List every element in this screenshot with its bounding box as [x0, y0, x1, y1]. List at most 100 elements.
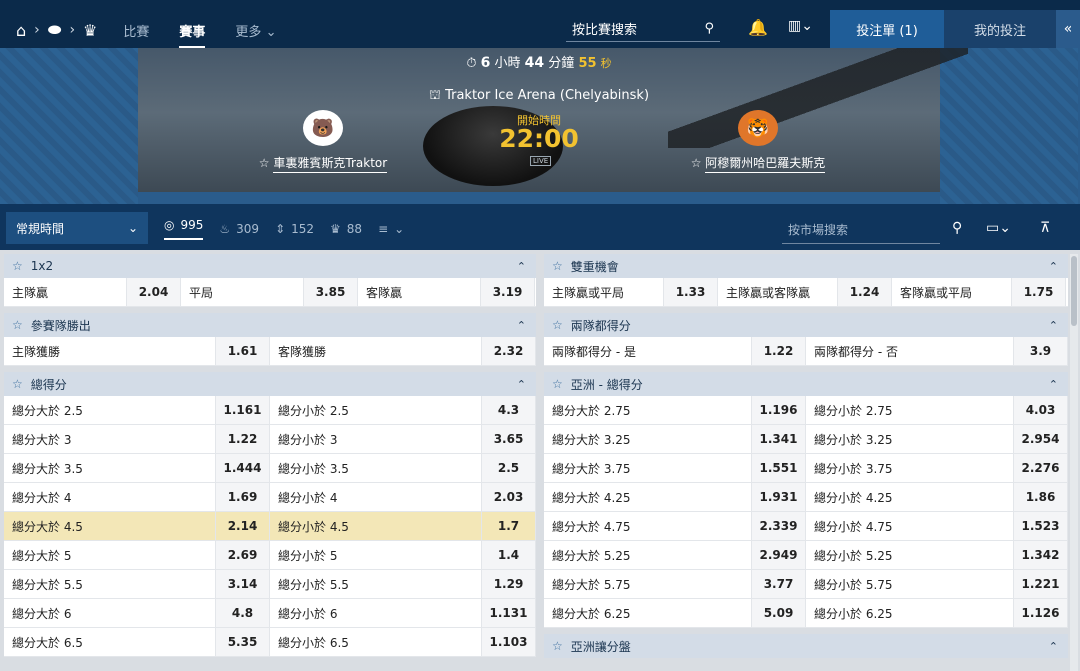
search-icon[interactable]: ⚲: [952, 220, 962, 236]
odds-button[interactable]: 1.24: [838, 278, 892, 306]
selection-label[interactable]: 總分小於 3.5: [270, 454, 482, 482]
collapse-all-icon[interactable]: ⊼: [1040, 220, 1050, 236]
selection-label[interactable]: 總分小於 5.5: [270, 570, 482, 598]
selection-label[interactable]: 總分大於 6.5: [4, 628, 216, 656]
selection-label[interactable]: 總分小於 4: [270, 483, 482, 511]
odds-button[interactable]: 1.33: [664, 278, 718, 306]
selection-label[interactable]: 總分大於 4.25: [544, 483, 752, 511]
trophy-icon[interactable]: ♛: [83, 21, 97, 40]
odds-button[interactable]: 2.339: [752, 512, 806, 540]
nav-link-matches[interactable]: 比賽: [123, 13, 149, 48]
favorite-star-icon[interactable]: ☆: [12, 377, 23, 391]
odds-button[interactable]: 3.65: [482, 425, 536, 453]
market-header[interactable]: ☆ 兩隊都得分 ⌃: [544, 313, 1068, 337]
odds-button[interactable]: 2.276: [1014, 454, 1068, 482]
selection-label[interactable]: 總分大於 5.5: [4, 570, 216, 598]
favorite-star-icon[interactable]: ☆: [552, 259, 563, 273]
selection-label[interactable]: 總分大於 6: [4, 599, 216, 627]
chevron-up-icon[interactable]: ⌃: [1049, 378, 1058, 391]
selection-label[interactable]: 總分小於 6.25: [806, 599, 1014, 627]
odds-button[interactable]: 1.342: [1014, 541, 1068, 569]
selection-label[interactable]: 總分大於 3: [4, 425, 216, 453]
selection-label[interactable]: 客隊贏: [358, 278, 481, 306]
nav-link-more[interactable]: 更多 ⌄: [235, 13, 276, 48]
odds-button[interactable]: 1.221: [1014, 570, 1068, 598]
odds-button[interactable]: 1.22: [216, 425, 270, 453]
selection-label[interactable]: 總分小於 4.75: [806, 512, 1014, 540]
filter-all-markets[interactable]: ◎ 995: [164, 218, 204, 240]
home-team-name[interactable]: 車裏雅賓斯克Traktor: [273, 156, 388, 173]
favorite-star-icon[interactable]: ☆: [552, 318, 563, 332]
odds-button[interactable]: 3.85: [304, 278, 358, 306]
odds-button[interactable]: 1.29: [482, 570, 536, 598]
selection-label[interactable]: 客隊贏或平局: [892, 278, 1012, 306]
odds-button[interactable]: 4.8: [216, 599, 270, 627]
selection-label[interactable]: 總分大於 5.75: [544, 570, 752, 598]
odds-button[interactable]: 5.09: [752, 599, 806, 627]
odds-button[interactable]: 1.75: [1012, 278, 1066, 306]
odds-button[interactable]: 2.949: [752, 541, 806, 569]
odds-button[interactable]: 1.131: [482, 599, 536, 627]
selection-label[interactable]: 總分小於 3.25: [806, 425, 1014, 453]
odds-button[interactable]: 2.69: [216, 541, 270, 569]
selection-label[interactable]: 兩隊都得分 - 否: [806, 337, 1014, 365]
period-select[interactable]: 常規時間 ⌄: [6, 212, 148, 244]
selection-label[interactable]: 主隊贏或客隊贏: [718, 278, 838, 306]
selection-label[interactable]: 總分小於 4.5: [270, 512, 482, 540]
selection-label[interactable]: 主隊獲勝: [4, 337, 216, 365]
odds-button[interactable]: 4.3: [482, 396, 536, 424]
selection-label[interactable]: 總分小於 4.25: [806, 483, 1014, 511]
selection-label[interactable]: 總分小於 5.75: [806, 570, 1014, 598]
selection-label[interactable]: 兩隊都得分 - 是: [544, 337, 752, 365]
odds-button[interactable]: 1.22: [752, 337, 806, 365]
favorite-star-icon[interactable]: ☆: [12, 259, 23, 273]
layout-columns-icon[interactable]: ▭⌄: [986, 220, 1011, 236]
odds-button[interactable]: 2.14: [216, 512, 270, 540]
odds-button[interactable]: 1.161: [216, 396, 270, 424]
selection-label[interactable]: 總分大於 2.75: [544, 396, 752, 424]
filter-special-markets[interactable]: ♛ 88: [330, 218, 362, 240]
filter-overunder-markets[interactable]: ⇕ 152: [275, 218, 314, 240]
odds-button[interactable]: 2.5: [482, 454, 536, 482]
odds-button[interactable]: 1.931: [752, 483, 806, 511]
home-icon[interactable]: ⌂: [16, 21, 26, 40]
scrollbar-thumb[interactable]: [1071, 256, 1077, 326]
selection-label[interactable]: 總分小於 5: [270, 541, 482, 569]
odds-button[interactable]: 2.954: [1014, 425, 1068, 453]
odds-button[interactable]: 1.61: [216, 337, 270, 365]
selection-label[interactable]: 總分小於 6: [270, 599, 482, 627]
selection-label[interactable]: 總分大於 4.5: [4, 512, 216, 540]
selection-label[interactable]: 總分大於 4: [4, 483, 216, 511]
market-header[interactable]: ☆ 雙重機會 ⌃: [544, 254, 1068, 278]
selection-label[interactable]: 總分小於 3.75: [806, 454, 1014, 482]
favorite-star-icon[interactable]: ☆: [691, 156, 702, 170]
odds-button[interactable]: 1.551: [752, 454, 806, 482]
scrollbar[interactable]: [1070, 254, 1078, 671]
selection-label[interactable]: 總分大於 5.25: [544, 541, 752, 569]
chevron-up-icon[interactable]: ⌃: [1049, 640, 1058, 653]
my-bets-tab[interactable]: 我的投注: [944, 10, 1056, 48]
market-header[interactable]: ☆ 總得分 ⌃: [4, 372, 536, 396]
odds-button[interactable]: 1.4: [482, 541, 536, 569]
odds-button[interactable]: 1.103: [482, 628, 536, 656]
market-header[interactable]: ☆ 亞洲 - 總得分 ⌃: [544, 372, 1068, 396]
favorite-star-icon[interactable]: ☆: [552, 639, 563, 653]
away-team-name[interactable]: 阿穆爾州哈巴羅夫斯克: [705, 156, 826, 173]
odds-button[interactable]: 1.86: [1014, 483, 1068, 511]
chevron-up-icon[interactable]: ⌃: [1049, 319, 1058, 332]
selection-label[interactable]: 總分大於 3.75: [544, 454, 752, 482]
chevron-up-icon[interactable]: ⌃: [517, 260, 526, 273]
favorite-star-icon[interactable]: ☆: [552, 377, 563, 391]
selection-label[interactable]: 總分小於 2.75: [806, 396, 1014, 424]
market-header[interactable]: ☆ 亞洲讓分盤 ⌃: [544, 634, 1068, 658]
selection-label[interactable]: 客隊獲勝: [270, 337, 482, 365]
selection-label[interactable]: 總分大於 6.25: [544, 599, 752, 627]
market-search-input[interactable]: 按市場搜索: [782, 216, 940, 244]
odds-button[interactable]: 5.35: [216, 628, 270, 656]
selection-label[interactable]: 總分小於 2.5: [270, 396, 482, 424]
odds-button[interactable]: 1.7: [482, 512, 536, 540]
odds-button[interactable]: 4.03: [1014, 396, 1068, 424]
favorite-star-icon[interactable]: ☆: [12, 318, 23, 332]
odds-button[interactable]: 3.19: [481, 278, 535, 306]
search-icon[interactable]: ⚲: [704, 21, 714, 36]
